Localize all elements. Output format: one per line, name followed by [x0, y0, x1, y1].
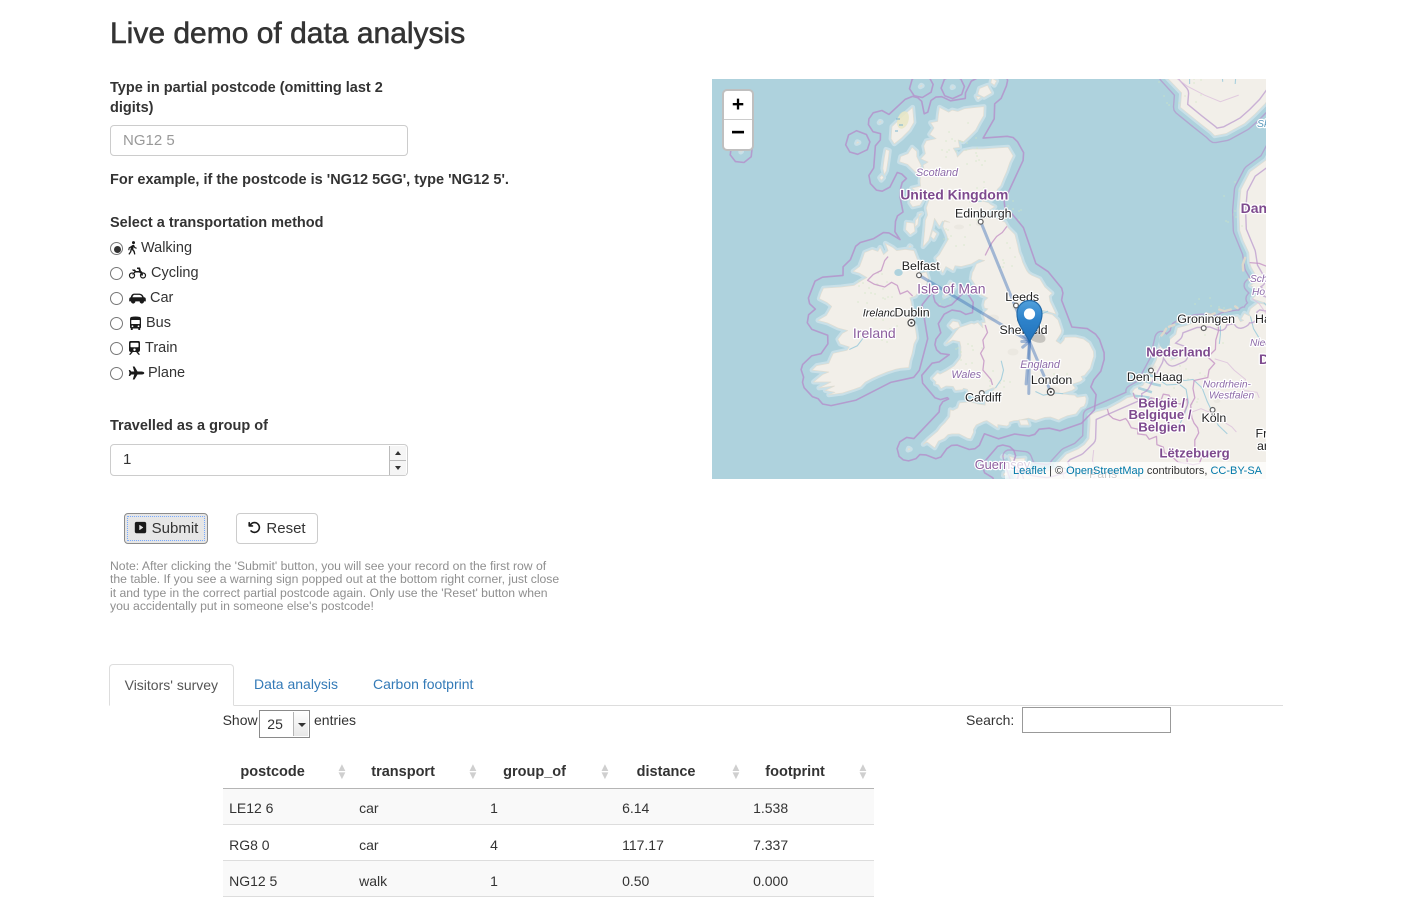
- svg-text:Belfast: Belfast: [902, 259, 940, 273]
- svg-text:Sch: Sch: [1250, 274, 1266, 285]
- svg-text:United Kingdom: United Kingdom: [900, 186, 1008, 202]
- svg-text:Dublin: Dublin: [895, 305, 930, 319]
- svg-text:Danmark: Danmark: [1241, 200, 1266, 216]
- svg-text:an: an: [1257, 439, 1266, 453]
- svg-text:Ha: Ha: [1255, 312, 1266, 326]
- svg-text:Belgien: Belgien: [1138, 420, 1186, 435]
- svg-text:Den Haag: Den Haag: [1127, 370, 1183, 384]
- svg-text:Sk: Sk: [1257, 118, 1266, 130]
- svg-text:England: England: [1020, 359, 1061, 371]
- svg-text:Scotland: Scotland: [916, 167, 959, 179]
- svg-text:Köln: Köln: [1202, 411, 1227, 425]
- svg-text:Lëtzebuerg: Lëtzebuerg: [1159, 445, 1229, 460]
- svg-text:London: London: [1031, 373, 1072, 387]
- svg-text:Ireland: Ireland: [863, 307, 897, 319]
- svg-text:Nederland: Nederland: [1146, 344, 1211, 359]
- svg-text:Groningen: Groningen: [1177, 312, 1235, 326]
- svg-text:Nordrhein-: Nordrhein-: [1203, 379, 1252, 390]
- svg-text:Nied: Nied: [1250, 338, 1266, 349]
- svg-text:Ireland: Ireland: [853, 325, 896, 341]
- svg-text:Edinburgh: Edinburgh: [955, 207, 1012, 221]
- svg-text:Westfalen: Westfalen: [1209, 391, 1254, 402]
- svg-text:Wales: Wales: [951, 369, 981, 381]
- svg-text:Isle of Man: Isle of Man: [917, 281, 985, 297]
- svg-text:Cardiff: Cardiff: [965, 390, 1002, 404]
- svg-text:D: D: [1259, 351, 1266, 367]
- svg-text:Ho: Ho: [1252, 287, 1265, 298]
